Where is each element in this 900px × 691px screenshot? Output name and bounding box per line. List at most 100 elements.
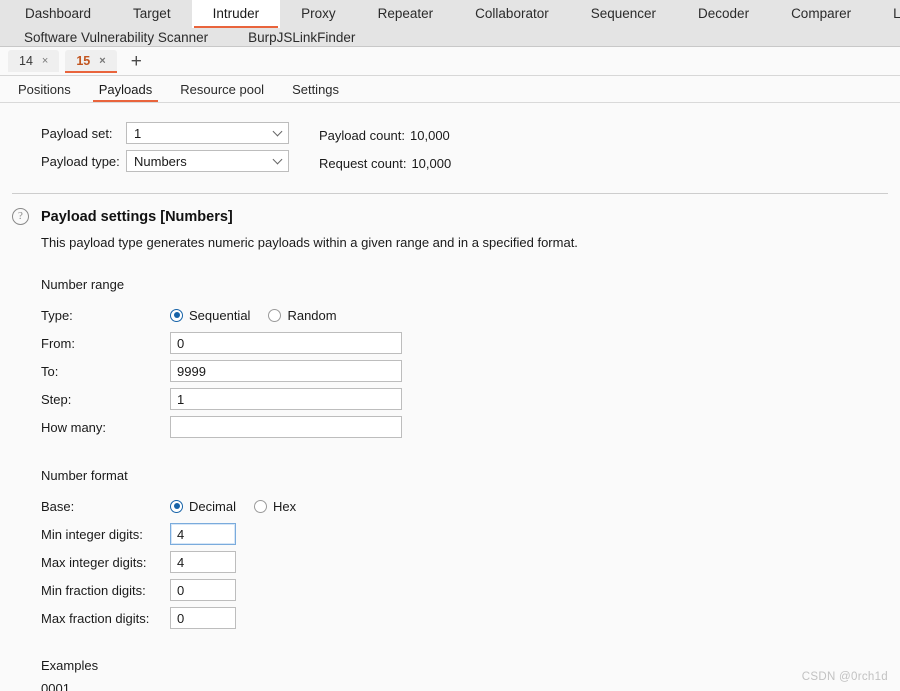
radio-label: Hex xyxy=(272,498,297,514)
radio-icon xyxy=(253,499,267,513)
suite-tab-comparer[interactable]: Comparer xyxy=(770,0,872,28)
from-label: From: xyxy=(41,335,75,351)
radio-random[interactable]: Random xyxy=(268,307,337,323)
suite-tab-label: Log xyxy=(893,6,900,21)
tab-settings[interactable]: Settings xyxy=(278,76,353,102)
tab-resource-pool[interactable]: Resource pool xyxy=(166,76,278,102)
max-integer-digits-label: Max integer digits: xyxy=(41,554,147,570)
payload-set-label: Payload set: xyxy=(41,125,113,141)
suite-tab-repeater[interactable]: Repeater xyxy=(357,0,455,28)
tab-payloads[interactable]: Payloads xyxy=(85,76,166,102)
radio-sequential[interactable]: Sequential xyxy=(170,308,250,323)
max-fraction-digits-label: Max fraction digits: xyxy=(41,610,150,626)
step-label: Step: xyxy=(41,391,72,407)
min-fraction-digits-label: Min fraction digits: xyxy=(41,582,146,598)
payload-set-row: Payload set: 1 xyxy=(41,119,289,147)
payload-type-label: Payload type: xyxy=(41,153,120,169)
suite-tab-label: Dashboard xyxy=(25,6,92,21)
radio-hex[interactable]: Hex xyxy=(253,498,297,514)
suite-tab-software-vulnerability-scanner[interactable]: Software Vulnerability Scanner xyxy=(4,28,228,47)
radio-label: Sequential xyxy=(189,307,251,323)
min-fraction-digits-row: Min fraction digits: xyxy=(0,576,900,604)
suite-tab-bar: Dashboard Target Intruder Proxy Repeater… xyxy=(0,0,900,47)
suite-tab-label: Repeater xyxy=(377,6,434,21)
max-fraction-digits-input[interactable] xyxy=(170,607,236,629)
attack-tab-14[interactable]: 14 × xyxy=(8,50,60,72)
suite-tab-label: Collaborator xyxy=(475,6,549,21)
payload-settings-description: This payload type generates numeric payl… xyxy=(41,235,578,250)
from-input[interactable] xyxy=(170,332,402,354)
close-icon[interactable]: × xyxy=(99,55,105,67)
base-radio-group: Decimal Hex xyxy=(170,499,296,514)
suite-tab-collaborator[interactable]: Collaborator xyxy=(454,0,570,28)
to-row: To: xyxy=(0,357,900,385)
radio-icon xyxy=(170,308,183,322)
how-many-input[interactable] xyxy=(170,416,402,438)
to-input[interactable] xyxy=(170,360,402,382)
step-row: Step: xyxy=(0,385,900,413)
sub-tab-label: Settings xyxy=(292,81,340,97)
suite-tab-row-primary: Dashboard Target Intruder Proxy Repeater… xyxy=(0,0,900,28)
suite-tab-label: Intruder xyxy=(212,6,260,21)
min-integer-digits-row: Min integer digits: xyxy=(0,520,900,548)
tab-positions[interactable]: Positions xyxy=(4,76,85,102)
add-tab-icon[interactable]: + xyxy=(123,52,150,71)
payload-sets-section: Payload set: 1 Payload type: Numbers Pay… xyxy=(0,119,900,177)
chevron-down-icon xyxy=(272,154,283,165)
max-fraction-digits-row: Max fraction digits: xyxy=(0,604,900,632)
suite-tab-target[interactable]: Target xyxy=(112,0,192,28)
payload-set-controls: Payload set: 1 Payload type: Numbers xyxy=(41,119,289,177)
from-row: From: xyxy=(0,329,900,357)
request-count-row: Request count: 10,000 xyxy=(319,149,451,177)
payload-count-label: Payload count: xyxy=(319,127,406,143)
step-input[interactable] xyxy=(170,388,402,410)
radio-decimal[interactable]: Decimal xyxy=(170,499,236,514)
type-label: Type: xyxy=(41,307,73,323)
suite-tab-dashboard[interactable]: Dashboard xyxy=(4,0,112,28)
number-range-group-title: Number range xyxy=(41,277,125,292)
max-integer-digits-row: Max integer digits: xyxy=(0,548,900,576)
request-count-value: 10,000 xyxy=(411,155,452,171)
help-icon[interactable]: ? xyxy=(12,208,29,225)
suite-tab-logger[interactable]: Log xyxy=(872,0,900,28)
how-many-row: How many: xyxy=(0,413,900,441)
base-label: Base: xyxy=(41,498,75,514)
suite-tab-proxy[interactable]: Proxy xyxy=(280,0,357,28)
payload-count-value: 10,000 xyxy=(410,127,450,143)
payload-type-dropdown[interactable]: Numbers xyxy=(126,150,289,172)
payload-type-value: Numbers xyxy=(134,153,187,169)
max-integer-digits-input[interactable] xyxy=(170,551,236,573)
payload-settings-title: Payload settings [Numbers] xyxy=(41,208,233,225)
min-fraction-digits-input[interactable] xyxy=(170,579,236,601)
radio-icon xyxy=(170,499,183,513)
suite-tab-intruder[interactable]: Intruder xyxy=(191,0,281,28)
payload-settings-section: ? Payload settings [Numbers] This payloa… xyxy=(0,194,900,691)
base-row: Base: Decimal Hex xyxy=(0,492,900,520)
suite-tab-label: Software Vulnerability Scanner xyxy=(24,30,209,45)
number-range-type-row: Type: Sequential Random xyxy=(0,301,900,329)
radio-label: Random xyxy=(287,307,337,323)
payload-set-value: 1 xyxy=(134,125,142,141)
example-line: 0001 xyxy=(41,681,70,691)
payload-set-dropdown[interactable]: 1 xyxy=(126,122,289,144)
payload-count-row: Payload count: 10,000 xyxy=(319,121,451,149)
how-many-label: How many: xyxy=(41,419,107,435)
payloads-panel: Payload set: 1 Payload type: Numbers Pay… xyxy=(0,103,900,691)
min-integer-digits-label: Min integer digits: xyxy=(41,526,143,542)
watermark: CSDN @0rch1d xyxy=(801,671,888,683)
attack-tab-label: 14 xyxy=(19,54,33,68)
intruder-sub-tab-bar: Positions Payloads Resource pool Setting… xyxy=(0,76,900,103)
close-icon[interactable]: × xyxy=(42,55,48,67)
min-integer-digits-input[interactable] xyxy=(170,523,236,545)
suite-tab-sequencer[interactable]: Sequencer xyxy=(570,0,677,28)
attack-tab-15[interactable]: 15 × xyxy=(65,50,118,73)
suite-tab-label: BurpJSLinkFinder xyxy=(248,30,356,45)
attack-tab-label: 15 xyxy=(76,54,91,68)
suite-tab-label: Comparer xyxy=(791,6,852,21)
payload-settings-header: ? Payload settings [Numbers] xyxy=(0,208,900,225)
sub-tab-label: Resource pool xyxy=(180,81,265,97)
radio-label: Decimal xyxy=(189,498,236,514)
suite-tab-decoder[interactable]: Decoder xyxy=(677,0,770,28)
examples-title: Examples xyxy=(41,658,99,673)
suite-tab-burpjslinkfinder[interactable]: BurpJSLinkFinder xyxy=(228,28,375,47)
